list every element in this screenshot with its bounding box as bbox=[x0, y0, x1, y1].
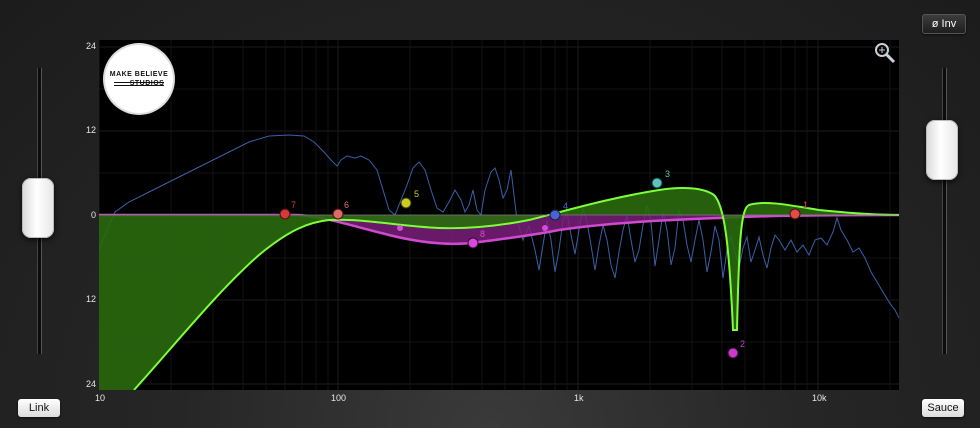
y-label-upper: 12 bbox=[86, 125, 97, 135]
y-label-lower: 12 bbox=[86, 294, 97, 304]
y-label-zero: 0 bbox=[91, 210, 97, 220]
right-slider-track[interactable] bbox=[942, 68, 947, 354]
x-label-1k: 1k bbox=[574, 393, 584, 403]
logo-line-2: STUDIOS bbox=[129, 80, 165, 87]
logo-line-1: MAKE BELIEVE bbox=[109, 71, 169, 78]
band-8-label: 8 bbox=[480, 229, 486, 239]
band-2-handle[interactable] bbox=[727, 347, 739, 359]
band-5-handle[interactable] bbox=[400, 197, 412, 209]
sauce-button[interactable]: Sauce bbox=[922, 399, 964, 417]
left-slider-thumb[interactable] bbox=[22, 178, 54, 238]
green-eq-fill bbox=[99, 187, 899, 390]
zoom-magnifier-icon[interactable] bbox=[874, 42, 896, 64]
band-mini-handle-b[interactable] bbox=[542, 225, 548, 231]
eq-graph-svg bbox=[98, 40, 900, 391]
band-1-handle[interactable] bbox=[789, 208, 801, 220]
band-4-handle[interactable] bbox=[549, 209, 561, 221]
brand-logo: MAKE BELIEVE STUDIOS bbox=[105, 45, 173, 113]
right-slider-thumb[interactable] bbox=[926, 120, 958, 180]
band-6-label: 6 bbox=[344, 200, 350, 210]
x-label-10: 10 bbox=[95, 393, 106, 403]
eq-graph[interactable]: 1 2 3 4 5 6 7 8 bbox=[98, 40, 900, 391]
band-3-handle[interactable] bbox=[651, 177, 663, 189]
x-label-10k: 10k bbox=[812, 393, 827, 403]
phase-invert-button[interactable]: ø Inv bbox=[922, 14, 966, 34]
x-label-100: 100 bbox=[331, 393, 347, 403]
band-6-handle[interactable] bbox=[332, 208, 344, 220]
band-mini-handle-a[interactable] bbox=[397, 225, 403, 231]
band-4-label: 4 bbox=[563, 201, 569, 211]
y-label-bottom: 24 bbox=[86, 379, 97, 389]
band-8-handle[interactable] bbox=[467, 237, 479, 249]
band-5-label: 5 bbox=[414, 189, 420, 199]
link-button[interactable]: Link bbox=[18, 399, 60, 417]
band-3-label: 3 bbox=[665, 169, 671, 179]
band-7-label: 7 bbox=[291, 200, 297, 210]
y-label-top: 24 bbox=[86, 41, 97, 51]
band-1-label: 1 bbox=[803, 200, 809, 210]
band-2-label: 2 bbox=[740, 339, 746, 349]
band-7-handle[interactable] bbox=[279, 208, 291, 220]
